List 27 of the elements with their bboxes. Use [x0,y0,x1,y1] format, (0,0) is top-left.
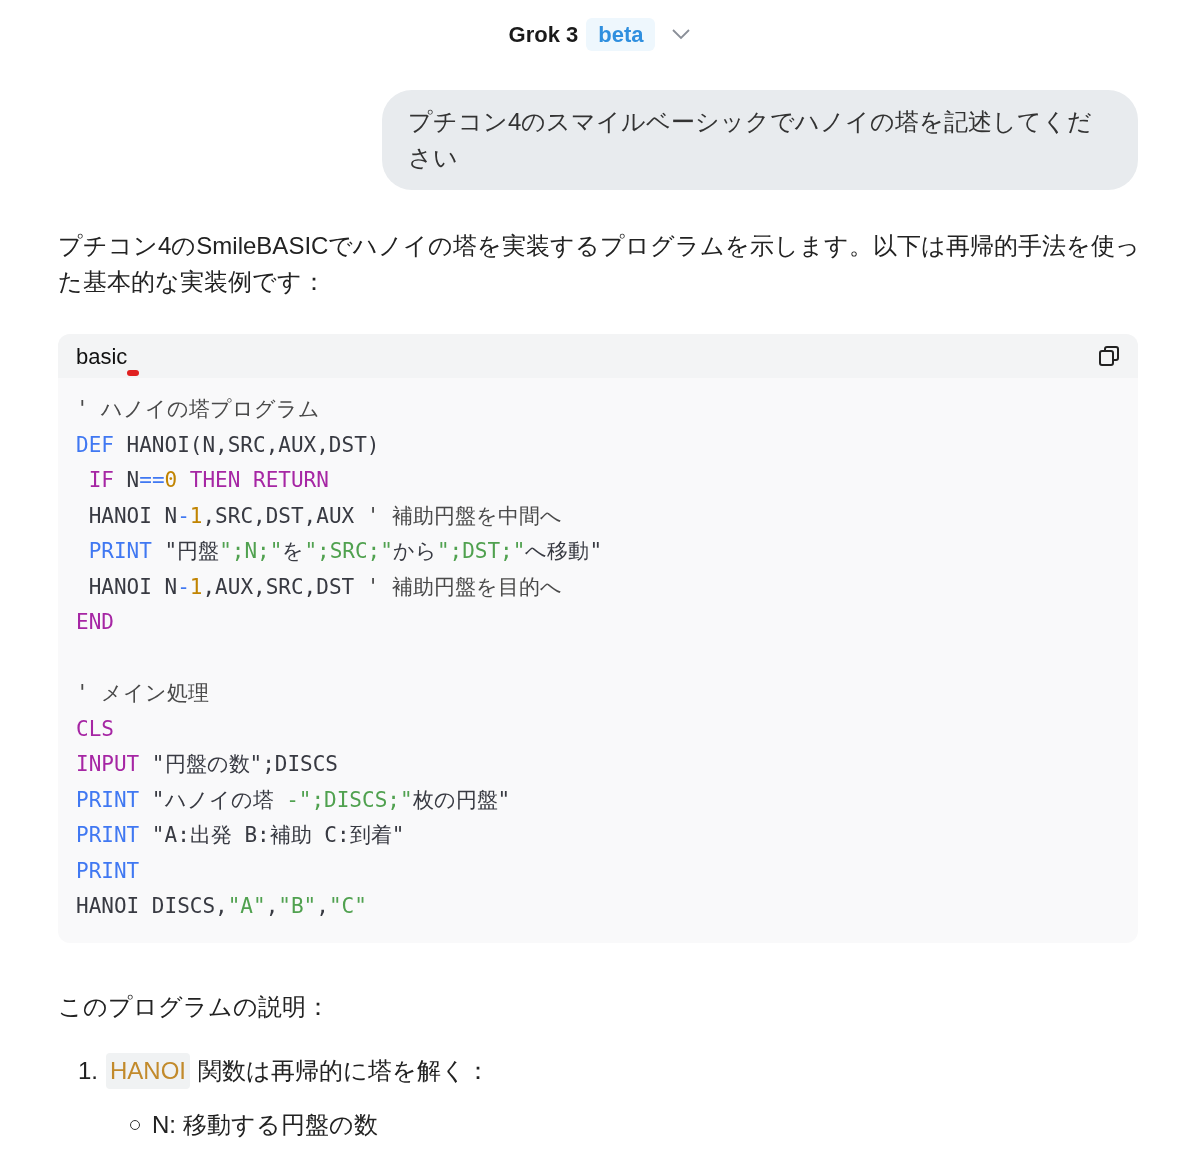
code-line: HANOI DISCS,"A","B","C" [76,893,367,920]
code-line: HANOI N-1,SRC,DST,AUX ' 補助円盤を中間へ [87,502,563,530]
beta-badge: beta [586,17,656,51]
copy-icon[interactable] [1098,345,1120,367]
code-language: basic [76,342,128,371]
code-line: PRINT "A:出発 B:補助 C:到着" [76,822,405,849]
list-number: 1. [78,1055,98,1086]
code-line: PRINT [76,857,140,885]
inline-code: HANOI [106,1052,191,1089]
list-item-text: 関数は再帰的に塔を解く： [198,1055,491,1086]
chevron-down-icon[interactable] [671,28,692,40]
model-title: Grok 3 [508,20,579,49]
code-line: HANOI N-1,AUX,SRC,DST ' 補助円盤を目的へ [87,573,563,601]
code-line: ' ハノイの塔プログラム [76,396,321,423]
code-line: IF N==0 THEN RETURN [87,467,329,494]
annotation-mark [127,370,139,376]
code-line: ' メイン処理 [76,680,210,707]
explanation-heading: このプログラムの説明： [58,991,331,1022]
code-line: PRINT "ハノイの塔 -";DISCS;"枚の円盤" [76,786,511,814]
code-line: CLS [76,715,114,743]
code-line: INPUT "円盤の数";DISCS [76,751,338,778]
response-text: プチコン4のSmileBASICでハノイの塔を実装するプログラムを示します。以下は再帰的手法を使った基本的な実装例です： [58,231,1142,297]
list-item-text: N: 移動する円盤の数 [152,1109,378,1140]
code-line: DEF HANOI(N,SRC,AUX,DST) [76,431,380,459]
user-message: プチコン4のスマイルベーシックでハノイの塔を記述してください [382,90,1138,190]
code-line: PRINT "円盤";N;"を";SRC;"から";DST;"へ移動" [87,538,603,565]
code-line: END [76,609,114,636]
